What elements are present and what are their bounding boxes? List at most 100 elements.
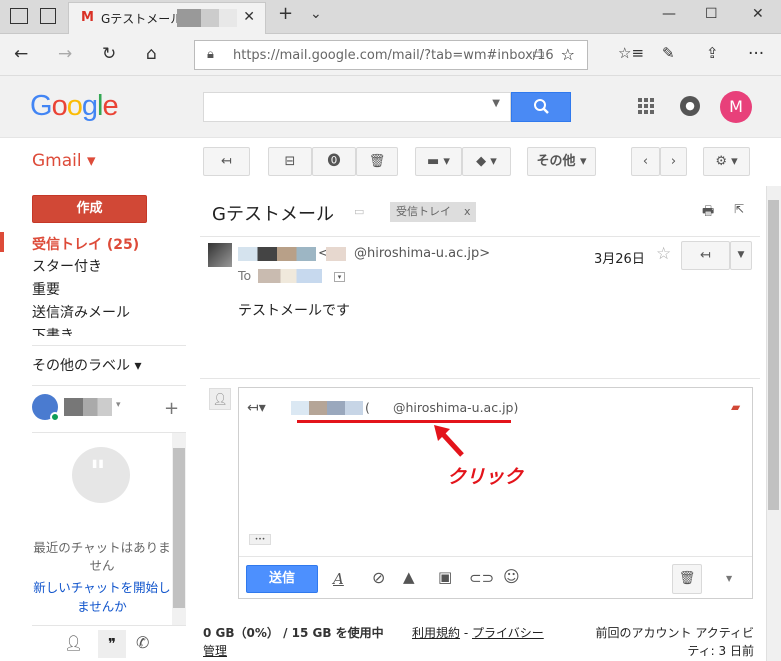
maximize-icon[interactable]: ☐ (705, 6, 718, 22)
recipient-paren: ( (365, 400, 370, 415)
recipient-email[interactable]: @hiroshima-u.ac.jp) (393, 400, 518, 415)
pen-icon[interactable]: ✎ (662, 44, 675, 62)
more-labels-link[interactable]: その他のラベル ▾ (32, 355, 141, 375)
minimize-icon[interactable]: — (662, 6, 676, 22)
divider (32, 345, 186, 346)
user-avatar[interactable] (32, 394, 60, 422)
chat-bottom-bar: 👤︎ ❞ ✆ (32, 625, 186, 661)
discard-draft-button[interactable]: 🗑︎ (672, 564, 702, 594)
archive-button[interactable]: ⊟ (268, 147, 312, 176)
favorites-hub-icon[interactable]: ☆≡ (618, 44, 644, 62)
lock-icon: 🔒︎ (207, 47, 214, 62)
divider (200, 236, 760, 237)
back-icon[interactable]: ← (14, 44, 28, 64)
url-text: https://mail.google.com/mail/?tab=wm#inb… (233, 48, 554, 63)
tab-list-icon[interactable] (10, 8, 28, 24)
attach-icon[interactable]: ⊘ (372, 568, 385, 587)
terms-link[interactable]: 利用規約 (412, 626, 460, 640)
show-trimmed-button[interactable]: ••• (249, 534, 271, 545)
notifications-bell-icon[interactable]: ● (680, 96, 700, 116)
refresh-icon[interactable]: ↻ (102, 44, 116, 64)
move-to-button[interactable]: ▬ ▾ (415, 147, 462, 176)
sidebar-item-starred[interactable]: スター付き (32, 256, 102, 276)
more-menu-icon[interactable]: ··· (748, 44, 764, 64)
window-close-icon[interactable]: ✕ (752, 6, 764, 22)
last-activity: 前回のアカウント アクティビティ: 3 日前 (595, 626, 755, 658)
back-to-inbox-button[interactable]: ↤ (203, 147, 250, 176)
compose-button[interactable]: 作成 (32, 195, 147, 223)
send-button[interactable]: 送信 (246, 565, 318, 593)
redacted-block (326, 247, 346, 261)
gmail-menu[interactable]: Gmail ▾ (32, 151, 96, 171)
star-icon[interactable]: ☆ (656, 244, 671, 264)
sidebar-item-inbox[interactable]: 受信トレイ (25) (32, 234, 139, 254)
sidebar-item-drafts[interactable]: 下書き (32, 325, 74, 336)
page-scroll-thumb[interactable] (768, 200, 779, 510)
sender-email: @hiroshima-u.ac.jp> (354, 246, 491, 261)
share-icon[interactable]: ⇪ (706, 44, 719, 62)
gmail-toolbar: Gmail ▾ ↤ ⊟ ⓿ 🗑︎ ▬ ▾ ◆ ▾ その他 ▾ ‹ › ⚙ ▾ (0, 138, 766, 186)
phone-icon[interactable]: ✆ (136, 633, 149, 652)
chat-scrollbar[interactable] (172, 433, 186, 625)
url-field[interactable]: 🔒︎ https://mail.google.com/mail/?tab=wm#… (194, 40, 588, 70)
newer-button[interactable]: ‹ (631, 147, 660, 176)
search-input[interactable]: ▼ (203, 92, 511, 122)
drive-icon[interactable]: ▲ (403, 568, 415, 586)
details-dropdown-icon[interactable]: ▾ (334, 272, 345, 282)
chat-scroll-thumb[interactable] (173, 448, 185, 608)
delete-button[interactable]: 🗑︎ (356, 147, 398, 176)
set-aside-icon[interactable] (40, 8, 56, 24)
importance-marker-icon[interactable]: ▭ (354, 205, 364, 218)
manage-link[interactable]: 管理 (203, 642, 227, 659)
footer-separator: - (460, 626, 472, 640)
hangouts-tab-icon[interactable]: ❞ (98, 630, 126, 658)
older-button[interactable]: › (660, 147, 687, 176)
favorite-star-icon[interactable]: ☆ (561, 45, 575, 64)
forward-icon[interactable]: → (58, 44, 72, 64)
home-icon[interactable]: ⌂ (146, 44, 157, 64)
report-spam-button[interactable]: ⓿ (312, 147, 356, 176)
status-dropdown-icon[interactable]: ▾ (116, 400, 121, 410)
reply-type-icon[interactable]: ↤▾ (247, 400, 266, 416)
more-options-icon[interactable]: ▼ (726, 574, 732, 583)
sidebar-item-sent[interactable]: 送信済みメール (32, 302, 130, 322)
apps-grid-icon[interactable] (638, 98, 654, 114)
storage-usage: 0 GB（0%） / 15 GB を使用中 (203, 626, 384, 640)
photo-icon[interactable]: ▣ (438, 568, 452, 586)
account-avatar[interactable]: M (720, 91, 752, 123)
my-avatar: 👤︎ (209, 388, 231, 410)
close-tab-icon[interactable]: ✕ (243, 9, 255, 25)
gmail-favicon-icon: M (81, 10, 94, 25)
more-button[interactable]: その他 ▾ (527, 147, 596, 176)
restricted-icon: ▰ (731, 400, 741, 414)
settings-button[interactable]: ⚙ ▾ (703, 147, 750, 176)
divider (239, 556, 752, 557)
search-button[interactable] (511, 92, 571, 122)
tab-preview-icon[interactable]: ⌄ (310, 6, 322, 22)
labels-button[interactable]: ◆ ▾ (462, 147, 511, 176)
privacy-link[interactable]: プライバシー (472, 626, 544, 640)
emoji-icon[interactable]: ☺ (503, 567, 520, 586)
contacts-icon[interactable]: 👤︎ (64, 634, 83, 652)
reply-button[interactable]: ↤ (681, 241, 730, 270)
sender-avatar[interactable] (208, 243, 232, 267)
footer-links: 利用規約 - プライバシー (412, 624, 544, 641)
print-icon[interactable]: 🖶︎ (702, 202, 714, 224)
reading-view-icon[interactable]: ▭ (532, 46, 545, 62)
sidebar-item-important[interactable]: 重要 (32, 279, 60, 299)
new-tab-icon[interactable]: + (278, 3, 293, 24)
new-chat-plus-icon[interactable]: + (164, 398, 179, 419)
reply-options-button[interactable]: ▼ (730, 241, 752, 270)
browser-tab[interactable]: M Gテストメール - ✕ (68, 2, 266, 34)
label-remove-icon[interactable]: x (464, 202, 471, 222)
to-label: To (238, 268, 252, 283)
message-date: 3月26日 (594, 252, 645, 267)
new-window-icon[interactable]: ⇱ (734, 202, 744, 216)
divider (32, 385, 186, 386)
search-options-icon[interactable]: ▼ (492, 98, 500, 109)
google-logo[interactable]: Google (30, 90, 119, 123)
inbox-label-chip: 受信トレイ x (390, 202, 476, 222)
link-icon[interactable]: ⊂⊃ (469, 569, 494, 587)
formatting-icon[interactable]: A (333, 570, 344, 588)
start-chat-link[interactable]: 新しいチャットを開始しませんか (32, 578, 172, 616)
